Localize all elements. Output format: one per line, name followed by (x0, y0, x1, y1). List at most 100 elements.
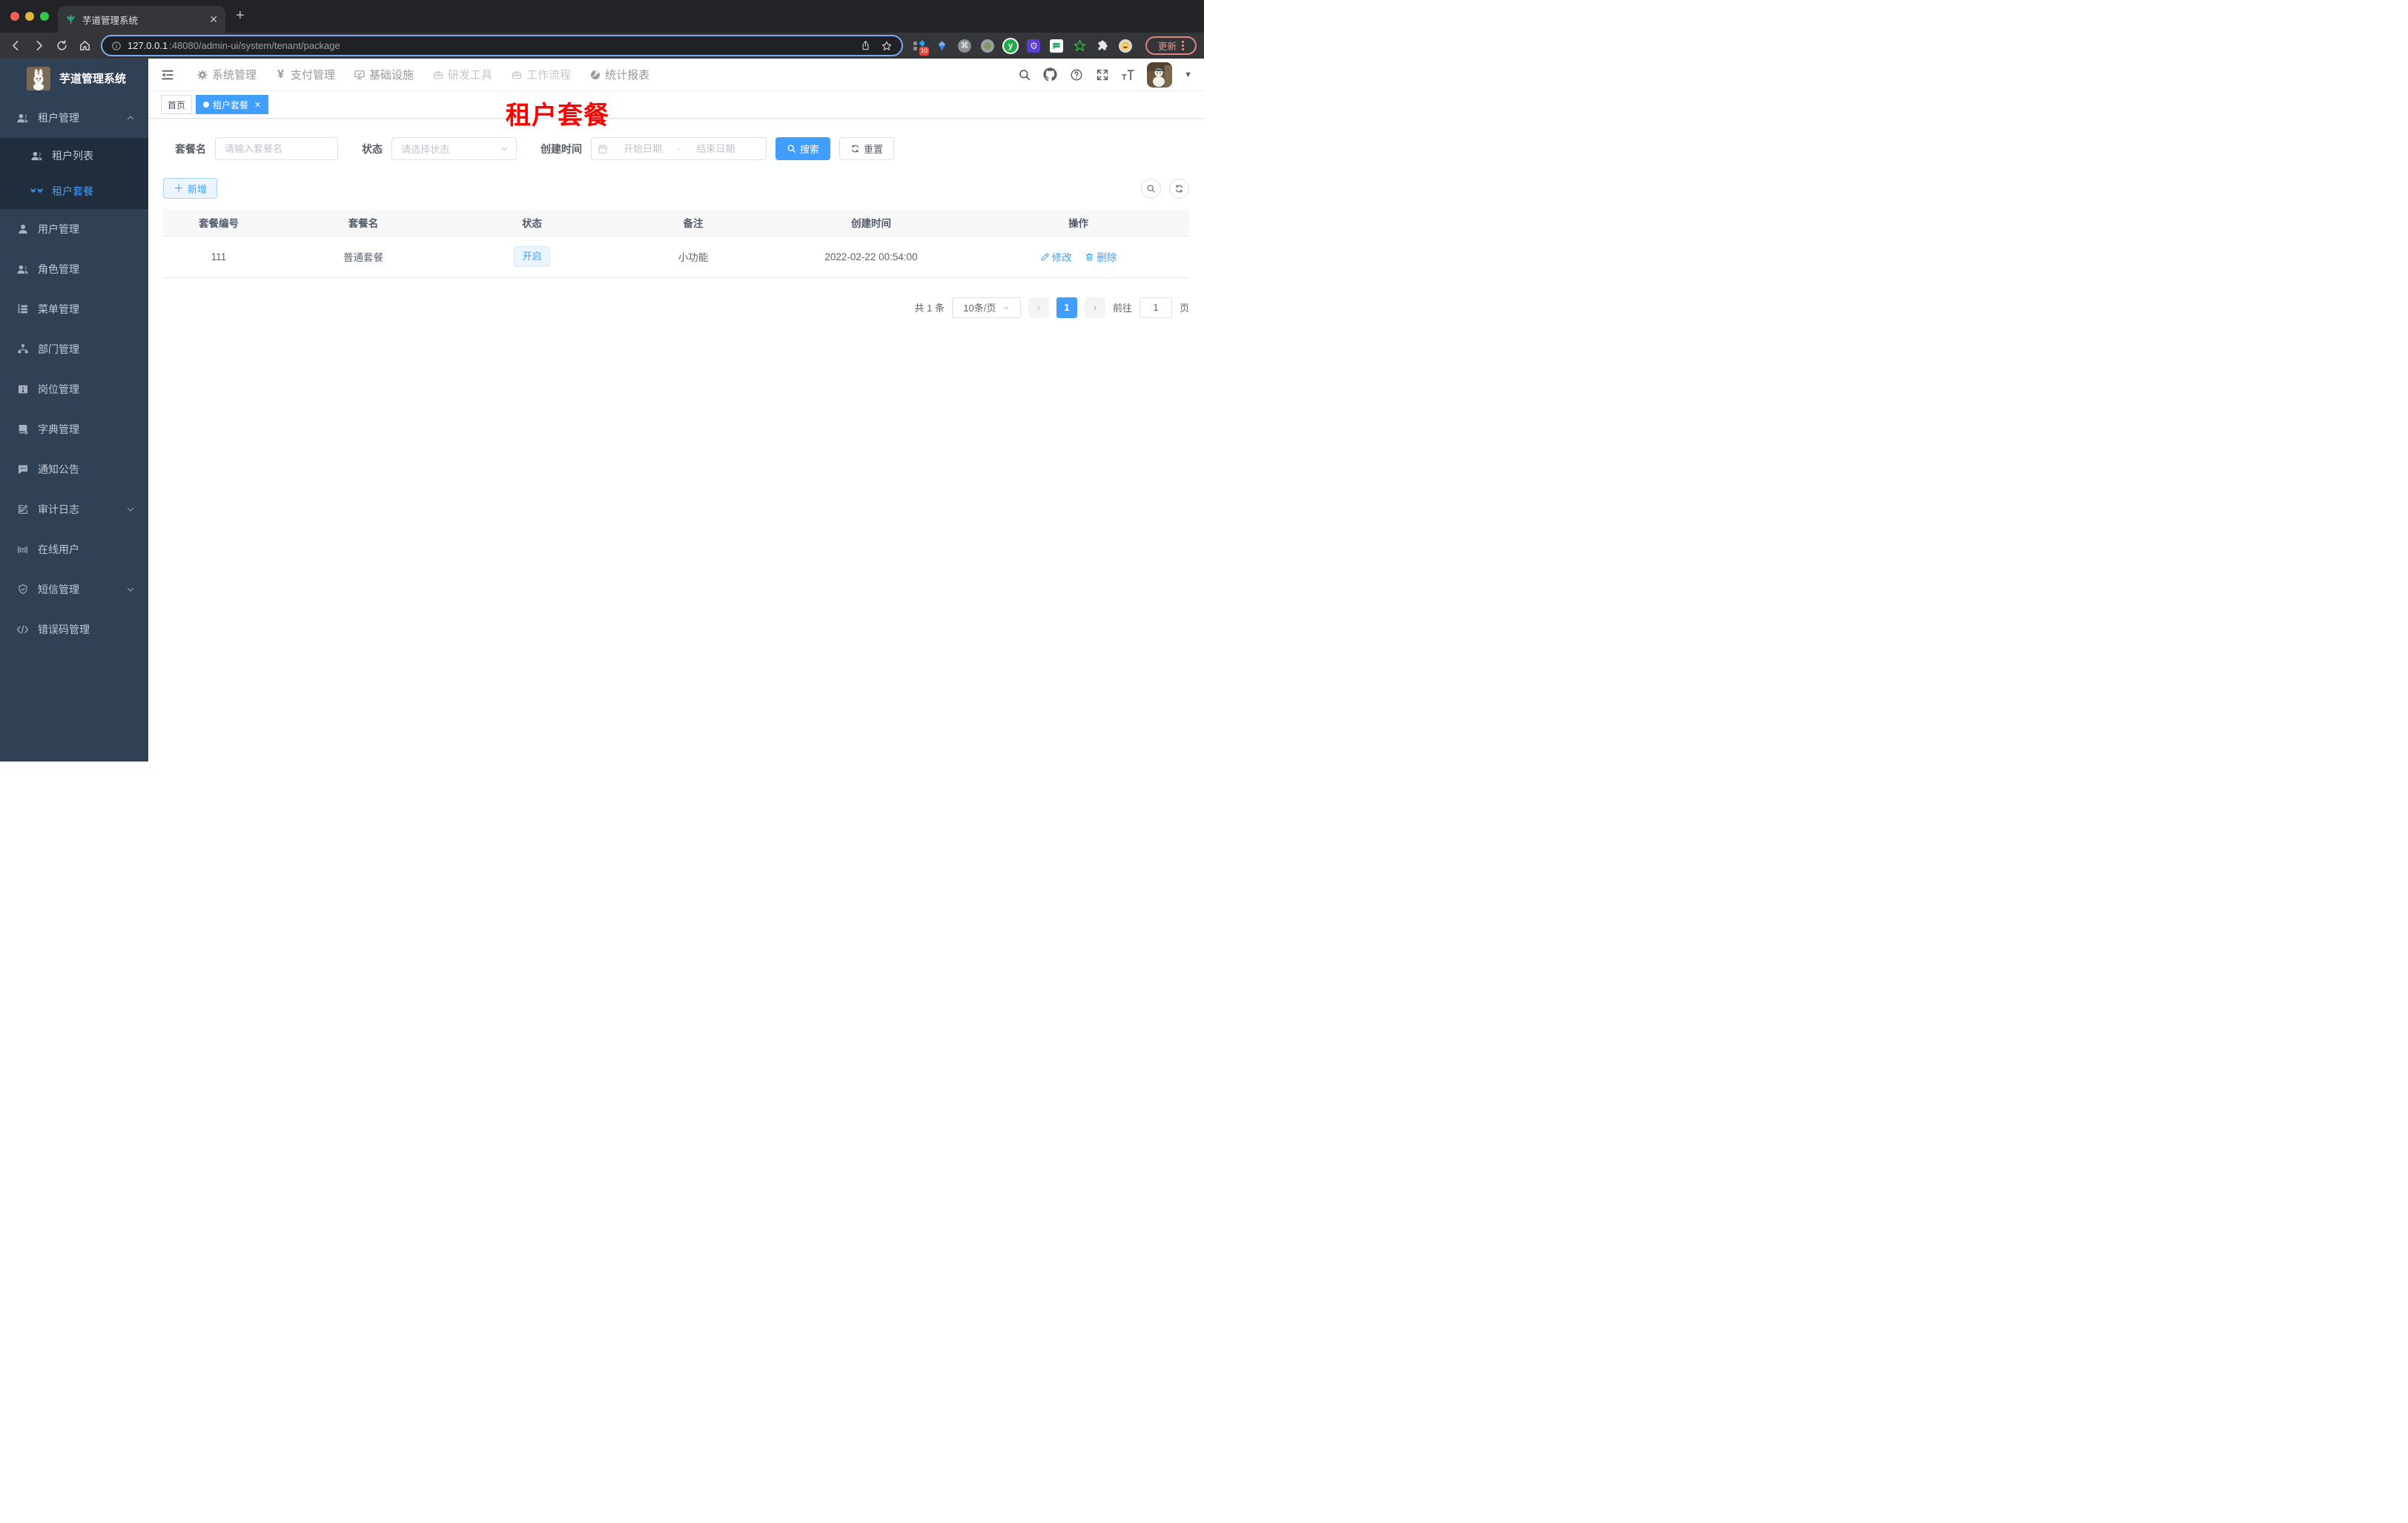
refresh-table-button[interactable] (1169, 178, 1189, 199)
next-page-button[interactable]: › (1084, 297, 1105, 318)
sidebar-item-post-management[interactable]: 岗位管理 (0, 369, 148, 409)
ext-y-icon[interactable]: y (1004, 39, 1017, 53)
chevron-up-icon (126, 113, 135, 122)
filter-form: 套餐名 状态 请选择状态 创建时间 (175, 137, 1204, 160)
top-nav-payment[interactable]: ¥ 支付管理 (274, 67, 335, 82)
date-range-picker[interactable]: - (591, 137, 767, 160)
home-icon[interactable] (76, 37, 93, 53)
browser-tab[interactable]: 芋道管理系统 ✕ (58, 6, 225, 33)
avatar-caret-icon[interactable]: ▼ (1184, 70, 1192, 79)
package-name-input[interactable] (215, 137, 338, 160)
col-actions: 操作 (968, 209, 1189, 237)
edit-link[interactable]: 修改 (1040, 249, 1072, 264)
app-header-right: ▼ (1017, 62, 1204, 87)
user-avatar[interactable] (1147, 62, 1173, 87)
sidebar-item-menu-management[interactable]: 菜单管理 (0, 289, 148, 329)
end-date-input[interactable] (685, 143, 747, 154)
sidebar-item-label: 岗位管理 (38, 383, 79, 395)
sidebar-item-tenant-package[interactable]: 租户套餐 (0, 174, 148, 209)
log-icon (16, 503, 29, 516)
sidebar-item-audit-log[interactable]: 审计日志 (0, 489, 148, 529)
tag-tenant-package[interactable]: 租户套餐 ✕ (196, 95, 269, 114)
ext-emoji-icon[interactable] (1119, 39, 1132, 53)
close-window-button[interactable] (10, 12, 19, 21)
page-number-1[interactable]: 1 (1056, 297, 1077, 318)
ext-puzzle-icon[interactable] (1096, 39, 1109, 53)
forward-icon[interactable] (30, 37, 47, 53)
sidebar-toggle-icon[interactable] (159, 67, 176, 83)
trash-icon (1086, 253, 1094, 261)
top-nav-infrastructure[interactable]: 基础设施 (353, 67, 414, 82)
rabbit-logo-icon (27, 66, 50, 90)
sidebar-item-error-code-management[interactable]: 错误码管理 (0, 609, 148, 650)
pencil-icon (1041, 252, 1049, 260)
ext-tag-manager-icon[interactable]: 10 (912, 39, 929, 56)
sidebar-item-online-users[interactable]: 在线用户 (0, 529, 148, 569)
start-date-input[interactable] (612, 143, 673, 154)
sidebar-item-user-management[interactable]: 用户管理 (0, 209, 148, 249)
minimize-window-button[interactable] (25, 12, 34, 21)
sidebar-item-notice-announcement[interactable]: 通知公告 (0, 449, 148, 489)
show-search-toggle-button[interactable] (1141, 178, 1161, 199)
package-name-label: 套餐名 (175, 142, 206, 155)
favicon-plant-icon (65, 13, 76, 25)
sidebar-item-dictionary-management[interactable]: 字典管理 (0, 409, 148, 449)
ext-shield-icon[interactable] (1027, 39, 1040, 53)
prev-page-button[interactable]: ‹ (1028, 297, 1049, 318)
goto-page-input[interactable] (1139, 297, 1172, 318)
ext-chat-icon[interactable] (1050, 39, 1063, 53)
sidebar-item-sms-management[interactable]: 短信管理 (0, 569, 148, 609)
site-info-icon[interactable] (111, 41, 122, 51)
help-icon[interactable] (1069, 67, 1083, 82)
reload-icon[interactable] (53, 37, 70, 53)
browser-update-button[interactable]: 更新 (1145, 36, 1197, 55)
github-icon[interactable] (1043, 67, 1057, 82)
chevron-down-icon (1003, 305, 1008, 309)
fullscreen-icon[interactable] (1095, 67, 1109, 82)
top-nav-dev-tools[interactable]: 研发工具 (431, 67, 492, 82)
sidebar-item-department-management[interactable]: 部门管理 (0, 329, 148, 369)
gear-icon (196, 68, 208, 81)
url-bar[interactable]: 127.0.0.1 :48080/admin-ui/system/tenant/… (101, 35, 903, 56)
sidebar-item-tenant-list[interactable]: 租户列表 (0, 138, 148, 174)
peoples-icon (16, 112, 29, 125)
sidebar-item-role-management[interactable]: 角色管理 (0, 249, 148, 289)
top-nav-workflow[interactable]: 工作流程 (510, 67, 571, 82)
ext-circle-icon[interactable] (981, 39, 994, 53)
sidebar-item-tenant-management[interactable]: 租户管理 (0, 98, 148, 138)
font-size-icon[interactable] (1121, 67, 1135, 82)
delete-link[interactable]: 删除 (1085, 249, 1117, 264)
ext-gem-icon[interactable] (935, 39, 948, 53)
ext-command-icon[interactable]: ⌘ (958, 39, 971, 53)
tag-close-icon[interactable]: ✕ (254, 100, 261, 110)
date-separator: - (678, 143, 681, 154)
top-nav-label: 基础设施 (369, 69, 414, 82)
page-size-value: 10条/页 (963, 303, 996, 314)
page-unit-label: 页 (1179, 303, 1189, 314)
new-tab-button[interactable]: + (236, 7, 245, 24)
bookmark-star-icon[interactable] (881, 40, 893, 52)
tag-home[interactable]: 首页 (161, 95, 193, 114)
chart-icon (589, 68, 601, 81)
browser-menu-icon[interactable] (1182, 41, 1184, 50)
workflow-icon (510, 68, 523, 81)
reset-button[interactable]: 重置 (839, 137, 895, 160)
back-icon[interactable] (7, 37, 24, 53)
zoom-window-button[interactable] (40, 12, 49, 21)
share-icon[interactable] (860, 40, 871, 51)
status-select[interactable]: 请选择状态 (391, 137, 517, 160)
chevron-down-icon (500, 145, 509, 153)
extension-badge: 10 (919, 46, 929, 56)
app-logo[interactable]: 芋道管理系统 (0, 59, 148, 98)
page-size-select[interactable]: 10条/页 (951, 297, 1021, 318)
create-time-label: 创建时间 (540, 142, 582, 155)
search-button[interactable]: 搜索 (775, 137, 831, 160)
top-nav-system[interactable]: 系统管理 (196, 67, 257, 82)
ext-star-icon[interactable] (1073, 39, 1086, 53)
add-button[interactable]: ＋ 新增 (163, 178, 218, 199)
top-nav-statistics[interactable]: 统计报表 (589, 67, 649, 82)
tab-close-icon[interactable]: ✕ (209, 14, 218, 24)
col-package-id: 套餐编号 (163, 209, 274, 237)
status-placeholder: 请选择状态 (401, 144, 450, 155)
search-icon[interactable] (1017, 67, 1031, 82)
